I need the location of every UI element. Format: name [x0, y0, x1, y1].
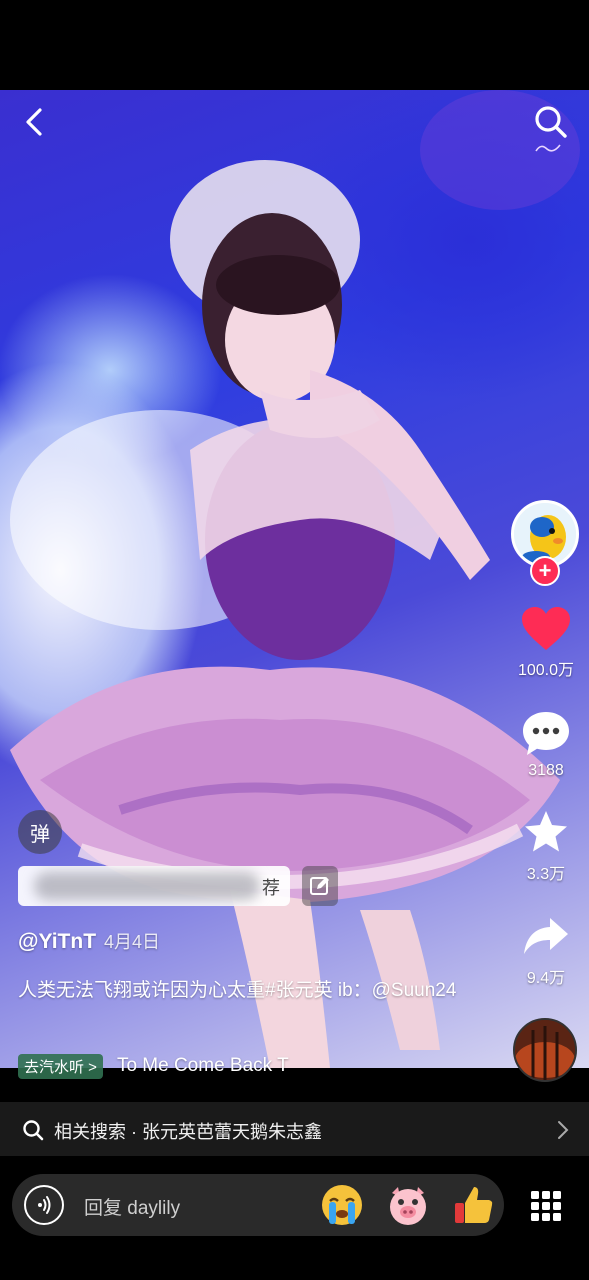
like-button[interactable]: 100.0万 [500, 606, 589, 680]
search-icon [535, 106, 567, 138]
blurred-content [34, 872, 260, 900]
edit-button[interactable] [302, 866, 338, 906]
edit-icon [310, 877, 329, 895]
comment-bubble-icon [523, 712, 569, 755]
comment-count: 3188 [528, 762, 564, 779]
author-avatar-group[interactable]: + [511, 500, 581, 586]
post-meta: @YiTnT 4月4日 [18, 928, 160, 954]
post-date: 4月4日 [104, 932, 161, 952]
related-search-text: 相关搜索 · 张元英芭蕾天鹅朱志鑫 [54, 1122, 322, 1142]
heart-icon [522, 607, 570, 650]
reply-input[interactable]: 回复 daylily [12, 1174, 504, 1236]
voice-wave-icon [38, 1196, 51, 1214]
comment-button[interactable]: 3188 [500, 710, 589, 780]
thumbs-up-emoji[interactable] [452, 1183, 496, 1227]
grid-menu-icon[interactable] [530, 1190, 562, 1222]
status-bar [0, 0, 589, 90]
danmaku-label: 弹 [30, 823, 50, 846]
star-icon [525, 811, 567, 852]
follow-button[interactable]: + [530, 556, 560, 586]
music-row: 去汽水听 > To Me Come Back T [18, 1052, 289, 1080]
bottom-bar: 回复 daylily [0, 1156, 589, 1280]
chevron-right-icon [558, 1121, 569, 1139]
watermark-logo [535, 144, 561, 152]
danmaku-input[interactable]: 荐 [18, 866, 290, 906]
like-count: 100.0万 [517, 662, 575, 679]
reply-placeholder: 回复 daylily [84, 1198, 181, 1219]
voice-input-button[interactable] [24, 1185, 64, 1225]
crying-emoji[interactable] [320, 1183, 364, 1227]
share-count: 9.4万 [526, 970, 566, 987]
music-cover-image [515, 1020, 575, 1080]
danmaku-input-suffix: 荐 [262, 878, 280, 898]
share-arrow-icon [524, 918, 568, 954]
pig-emoji[interactable] [386, 1183, 430, 1227]
back-button[interactable] [18, 104, 54, 140]
music-title[interactable]: To Me Come Back T [117, 1055, 289, 1077]
favorite-button[interactable]: 3.3万 [500, 808, 589, 884]
favorite-count: 3.3万 [526, 866, 566, 883]
search-button[interactable] [531, 102, 571, 142]
related-search-bar[interactable]: 相关搜索 · 张元英芭蕾天鹅朱志鑫 [0, 1102, 589, 1156]
post-caption[interactable]: 人类无法飞翔或许因为心太重#张元英 ib：@Suun24 [18, 976, 488, 1006]
share-button[interactable]: 9.4万 [500, 914, 589, 988]
search-icon [23, 1120, 44, 1141]
author-username[interactable]: @YiTnT [18, 930, 96, 953]
music-disc[interactable] [513, 1018, 577, 1082]
chevron-left-icon [26, 108, 42, 136]
listen-on-soda-music-button[interactable]: 去汽水听 > [18, 1053, 103, 1079]
danmaku-toggle-button[interactable]: 弹 [18, 810, 62, 854]
